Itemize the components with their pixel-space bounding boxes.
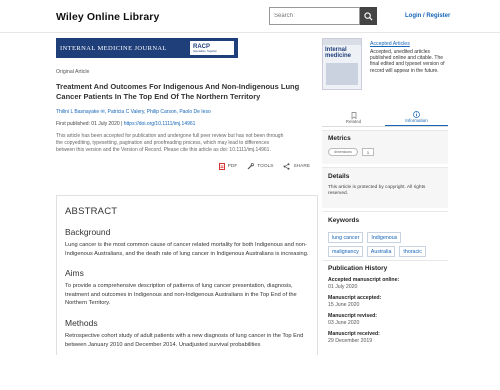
article-tools: PDF TOOLS SHARE <box>56 163 312 171</box>
bookmark-icon <box>351 112 356 119</box>
keyword-tag[interactable]: Indigenous <box>367 232 402 243</box>
info-icon <box>413 111 420 118</box>
share-icon <box>283 163 290 171</box>
tab-related[interactable]: Related <box>322 105 385 126</box>
journal-cover[interactable]: Internal medicine <box>322 38 362 90</box>
history-item: Accepted manuscript online: 01 July 2020 <box>328 277 442 290</box>
login-register-link[interactable]: Login / Register <box>405 13 450 19</box>
metrics-panel: Metrics dimensions 1 <box>322 130 448 164</box>
accepted-articles-desc: Accepted, unedited articles published on… <box>370 49 445 74</box>
publication-history-panel: Publication History Accepted manuscript … <box>322 260 448 390</box>
accepted-articles-link[interactable]: Accepted Articles <box>370 41 448 47</box>
section-heading: Methods <box>65 317 98 328</box>
tab-related-label: Related <box>345 119 362 124</box>
search-bar <box>269 7 377 25</box>
tools-label: TOOLS <box>257 164 274 170</box>
cover-journal-name: Internal medicine <box>325 47 352 59</box>
doi-link[interactable]: https://doi.org/10.1111/imj.14961 <box>124 121 196 127</box>
history-heading: Publication History <box>328 265 388 272</box>
section-text: Retrospective cohort study of adult pati… <box>65 332 304 348</box>
metrics-heading: Metrics <box>328 135 351 142</box>
accepted-articles-box: Accepted Articles Accepted, unedited art… <box>370 41 448 74</box>
section-text: Lung cancer is the most common cause of … <box>65 242 309 257</box>
abstract-section: ABSTRACT Background Lung cancer is the m… <box>56 195 318 355</box>
pdf-button[interactable]: PDF <box>218 163 238 171</box>
brand-logo[interactable]: Wiley Online Library <box>56 11 159 23</box>
published-date: 01 July 2020 <box>91 121 120 127</box>
sidebar-tabs: Related Information <box>322 105 448 127</box>
search-button[interactable] <box>360 7 377 25</box>
history-item: Manuscript accepted: 15 June 2020 <box>328 295 442 308</box>
keyword-tag[interactable]: Australia <box>366 246 396 257</box>
keyword-tag[interactable]: malignancy <box>328 246 363 257</box>
copyright-text: This article is protected by copyright. … <box>328 185 426 197</box>
top-header: Wiley Online Library Login / Register <box>0 0 500 33</box>
keyword-list: lung cancer Indigenous malignancy Austra… <box>328 232 438 257</box>
history-date: 15 June 2020 <box>328 302 360 308</box>
pdf-label: PDF <box>227 164 238 170</box>
metrics-row: dimensions 1 <box>328 148 442 156</box>
article-type: Original Article <box>56 69 90 75</box>
tab-information[interactable]: Information <box>385 105 448 126</box>
history-item: Manuscript revised: 03 June 2020 <box>328 313 442 326</box>
article-title: Treatment And Outcomes For Indigenous An… <box>56 82 300 101</box>
publication-line: First published: 01 July 2020 | https://… <box>56 121 196 127</box>
history-item: Manuscript received: 29 December 2019 <box>328 331 442 344</box>
history-label: Accepted manuscript online: <box>328 277 400 283</box>
history-date: 03 June 2020 <box>328 320 360 326</box>
keywords-heading: Keywords <box>328 217 360 224</box>
share-label: SHARE <box>293 164 310 170</box>
published-label: First published: <box>56 121 90 127</box>
dimensions-badge[interactable]: dimensions <box>328 148 358 156</box>
journal-banner[interactable]: INTERNAL MEDICINE JOURNAL RACP Specialis… <box>56 38 238 58</box>
section-heading: Background <box>65 227 111 237</box>
section-heading: Aims <box>65 268 84 279</box>
details-panel: Details This article is protected by cop… <box>322 167 448 208</box>
accepted-notice: This article has been accepted for publi… <box>56 133 284 153</box>
history-label: Manuscript revised: <box>328 313 378 319</box>
history-label: Manuscript accepted: <box>328 295 382 301</box>
details-heading: Details <box>328 173 350 180</box>
keyword-tag[interactable]: lung cancer <box>328 232 364 243</box>
author-list[interactable]: Thilini L Basnayake ✉, Patricia C Valery… <box>56 109 312 115</box>
share-button[interactable]: SHARE <box>283 163 310 171</box>
history-label: Manuscript received: <box>328 331 380 337</box>
search-input[interactable] <box>269 7 361 25</box>
search-icon <box>364 11 373 21</box>
cover-image <box>326 63 358 85</box>
citation-count[interactable]: 1 <box>362 148 374 156</box>
tools-button[interactable]: TOOLS <box>247 163 273 170</box>
wrench-icon <box>247 163 255 170</box>
history-date: 29 December 2019 <box>328 338 373 344</box>
pdf-icon <box>218 163 225 171</box>
section-text: To provide a comprehensive description o… <box>65 283 297 307</box>
society-logo: RACP Specialists. Together <box>190 41 234 55</box>
history-date: 01 July 2020 <box>328 284 358 290</box>
abstract-heading: ABSTRACT <box>65 206 118 217</box>
article-main: INTERNAL MEDICINE JOURNAL RACP Specialis… <box>56 38 312 171</box>
tab-information-label: Information <box>405 118 428 123</box>
keyword-tag[interactable]: thoracic <box>399 246 426 257</box>
journal-title: INTERNAL MEDICINE JOURNAL <box>60 44 167 52</box>
society-tagline: Specialists. Together <box>193 49 217 53</box>
